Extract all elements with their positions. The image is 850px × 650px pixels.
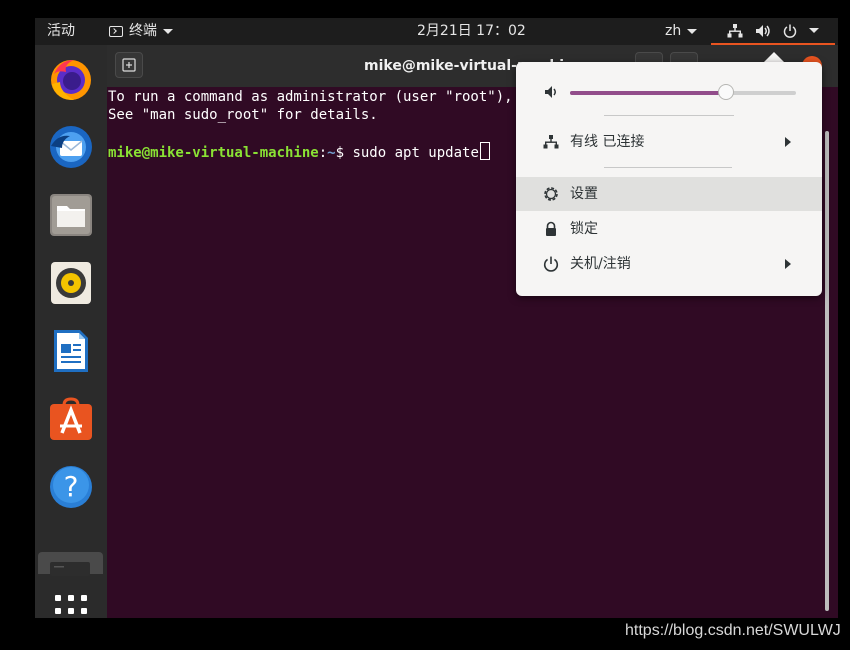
menu-item-wired[interactable]: 有线 已连接 [516,125,822,159]
menu-item-wired-label: 有线 已连接 [570,134,645,150]
volume-icon [756,24,770,37]
help-icon: ? [50,466,92,508]
network-wired-icon [543,135,559,149]
activities-button[interactable]: 活动 [47,18,75,45]
chevron-down-icon [809,28,819,33]
dock-item-ubuntu-software[interactable] [47,395,95,443]
volume-row [516,74,822,110]
chevron-down-icon [687,29,698,34]
firefox-icon [51,60,91,100]
menu-item-power[interactable]: 关机/注销 [516,247,822,281]
scrollbar[interactable] [825,131,829,611]
power-icon [543,256,559,272]
watermark: https://blog.csdn.net/SWULWJ [625,622,841,639]
prompt-line: mike@mike-virtual-machine:~$ sudo apt up… [108,142,490,162]
submenu-arrow-icon [785,259,791,269]
network-wired-icon [727,23,743,37]
submenu-arrow-icon [785,137,791,147]
menu-item-settings-label: 设置 [570,186,598,202]
typed-command: sudo apt update [352,145,479,161]
ubuntu-software-icon [50,397,92,440]
menu-separator [604,115,734,116]
volume-slider-handle[interactable] [717,84,734,100]
output-line-2: See "man sudo_root" for details. [108,107,378,123]
dock-item-libreoffice-writer[interactable] [47,327,95,375]
volume-slider-fill [570,91,726,95]
menu-item-power-label: 关机/注销 [570,256,631,272]
dock-item-rhythmbox[interactable] [47,259,95,307]
app-menu-button[interactable]: 终端 [109,18,173,45]
chevron-down-icon [163,29,173,34]
dock-item-files[interactable] [47,191,95,239]
menu-pointer [764,52,784,62]
dock: ? [35,45,107,618]
new-tab-button[interactable] [115,52,143,78]
thunderbird-icon [50,126,92,168]
dock-item-terminal[interactable] [38,552,103,576]
text-cursor [479,142,490,160]
prompt-user: mike@mike-virtual-machine [108,145,319,161]
prompt-path: ~ [327,145,336,161]
language-selector[interactable]: zh [665,18,698,45]
dock-item-thunderbird[interactable] [47,123,95,171]
system-status-area[interactable] [711,18,835,45]
rhythmbox-icon [51,262,91,304]
terminal-icon [109,26,123,37]
libreoffice-writer-icon [54,330,88,372]
prompt-colon: : [318,145,328,161]
power-icon [783,24,797,38]
terminal-icon [50,562,90,576]
gear-icon [544,187,558,201]
language-label: zh [665,23,682,39]
menu-item-settings[interactable]: 设置 [516,177,822,211]
dock-item-firefox[interactable] [47,55,95,103]
prompt-symbol: $ [335,145,353,161]
system-menu: 有线 已连接 设置 锁定 关机/注销 [516,62,822,296]
top-bar: 活动 终端 2月21日 17：02 zh [35,18,838,45]
new-tab-icon [122,58,136,72]
clock[interactable]: 2月21日 17：02 [417,18,526,45]
volume-icon [545,86,556,98]
show-applications-icon[interactable] [55,595,87,618]
dock-item-help[interactable]: ? [47,463,95,511]
lock-icon [546,221,556,236]
app-menu-label: 终端 [129,23,157,39]
menu-separator [604,167,732,168]
menu-item-lock-label: 锁定 [570,221,598,237]
files-icon [50,194,92,236]
menu-item-lock[interactable]: 锁定 [516,212,822,246]
volume-slider[interactable] [570,84,796,100]
svg-text:?: ? [64,470,79,503]
